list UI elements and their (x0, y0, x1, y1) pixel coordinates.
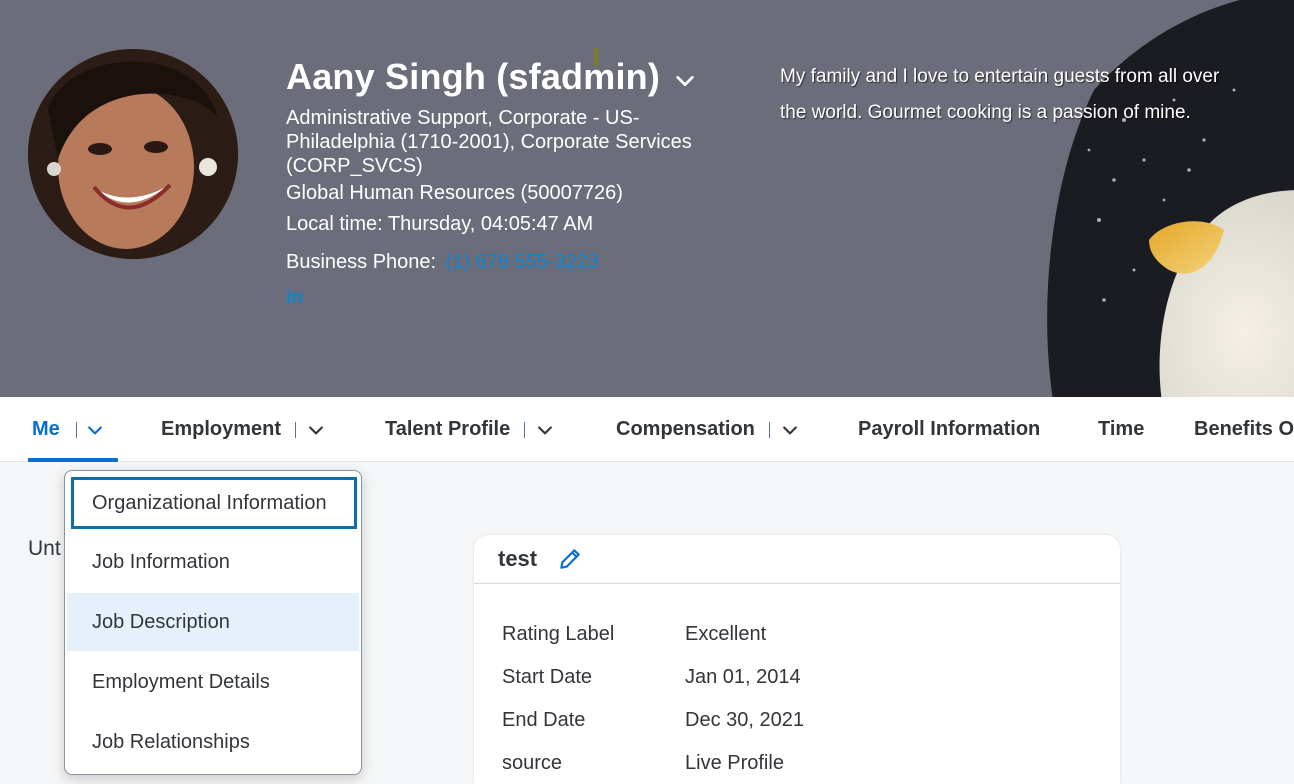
profile-department: Administrative Support, Corporate - US-P… (286, 107, 692, 177)
text-cursor-marker (594, 48, 598, 66)
me-tab-dropdown-menu: Organizational Information Job Informati… (64, 470, 362, 775)
tab-label: Talent Profile (385, 418, 511, 440)
profile-details: Administrative Support, Corporate - US-P… (286, 106, 726, 236)
background-info-card: test Rating Label Excellent Start Date J… (474, 535, 1120, 784)
business-phone: Business Phone: (1) 678 555-3223 (286, 251, 599, 274)
menu-item-job-description[interactable]: Job Description (67, 593, 359, 651)
chevron-down-icon[interactable] (85, 420, 105, 440)
field-label: Start Date (502, 666, 593, 688)
menu-item-job-relationships[interactable]: Job Relationships (67, 713, 359, 771)
menu-item-employment-details[interactable]: Employment Details (67, 653, 359, 711)
active-tab-indicator (28, 458, 118, 462)
tab-me[interactable]: Me (32, 397, 105, 462)
card-header: test (474, 535, 1120, 584)
card-field-row: End Date Dec 30, 2021 (502, 709, 804, 732)
tab-separator (75, 421, 77, 438)
tab-label: Me (32, 418, 60, 440)
card-field-row: Start Date Jan 01, 2014 (502, 666, 801, 689)
field-label: source (502, 752, 563, 774)
section-title-partial: Unt (28, 537, 61, 560)
tab-label: Payroll Information (858, 418, 1041, 440)
chevron-down-icon[interactable] (306, 420, 326, 440)
chevron-down-icon[interactable] (674, 70, 696, 92)
menu-item-job-information[interactable]: Job Information (67, 533, 359, 591)
tab-benefits[interactable]: Benefits O (1194, 397, 1294, 462)
profile-name-row[interactable]: Aany Singh (sfadmin) (286, 56, 696, 98)
field-value: Live Profile (685, 752, 784, 774)
field-value: Excellent (685, 623, 767, 645)
tab-talent-profile[interactable]: Talent Profile (385, 397, 555, 462)
field-value: Dec 30, 2021 (685, 709, 804, 731)
tab-separator (768, 421, 770, 438)
profile-avatar[interactable] (28, 49, 238, 259)
tab-label: Employment (161, 418, 282, 440)
tab-label: Time (1098, 418, 1145, 440)
profile-local-time: Local time: Thursday, 04:05:47 AM (286, 213, 594, 235)
tab-employment[interactable]: Employment (161, 397, 326, 462)
profile-organization: Global Human Resources (50007726) (286, 182, 623, 204)
card-field-row: Rating Label Excellent (502, 623, 766, 646)
pencil-edit-icon[interactable] (557, 546, 583, 572)
profile-header: Aany Singh (sfadmin) Administrative Supp… (0, 0, 1294, 397)
field-label: Rating Label (502, 623, 615, 645)
card-title: test (498, 546, 538, 571)
card-field-row: source Live Profile (502, 752, 784, 775)
profile-name[interactable]: Aany Singh (sfadmin) (286, 56, 660, 98)
profile-tab-bar: Me Employment Talent Profile Compensatio… (0, 397, 1294, 462)
linkedin-icon[interactable]: in (286, 287, 303, 309)
tab-payroll-information[interactable]: Payroll Information (858, 397, 1040, 462)
chevron-down-icon[interactable] (535, 420, 555, 440)
menu-item-organizational-information[interactable]: Organizational Information (71, 477, 357, 529)
tab-separator (295, 421, 297, 438)
chevron-down-icon[interactable] (780, 420, 800, 440)
tab-label: Compensation (616, 418, 755, 440)
field-label: End Date (502, 709, 586, 731)
about-me-text: My family and I love to entertain guests… (780, 66, 1220, 123)
tab-compensation[interactable]: Compensation (616, 397, 800, 462)
field-value: Jan 01, 2014 (685, 666, 801, 688)
tab-separator (524, 421, 526, 438)
avatar-photo (28, 49, 238, 259)
tab-label: Benefits O (1194, 418, 1294, 440)
business-phone-link[interactable]: (1) 678 555-3223 (446, 251, 599, 273)
business-phone-label: Business Phone: (286, 251, 437, 273)
tab-time[interactable]: Time (1098, 397, 1144, 462)
